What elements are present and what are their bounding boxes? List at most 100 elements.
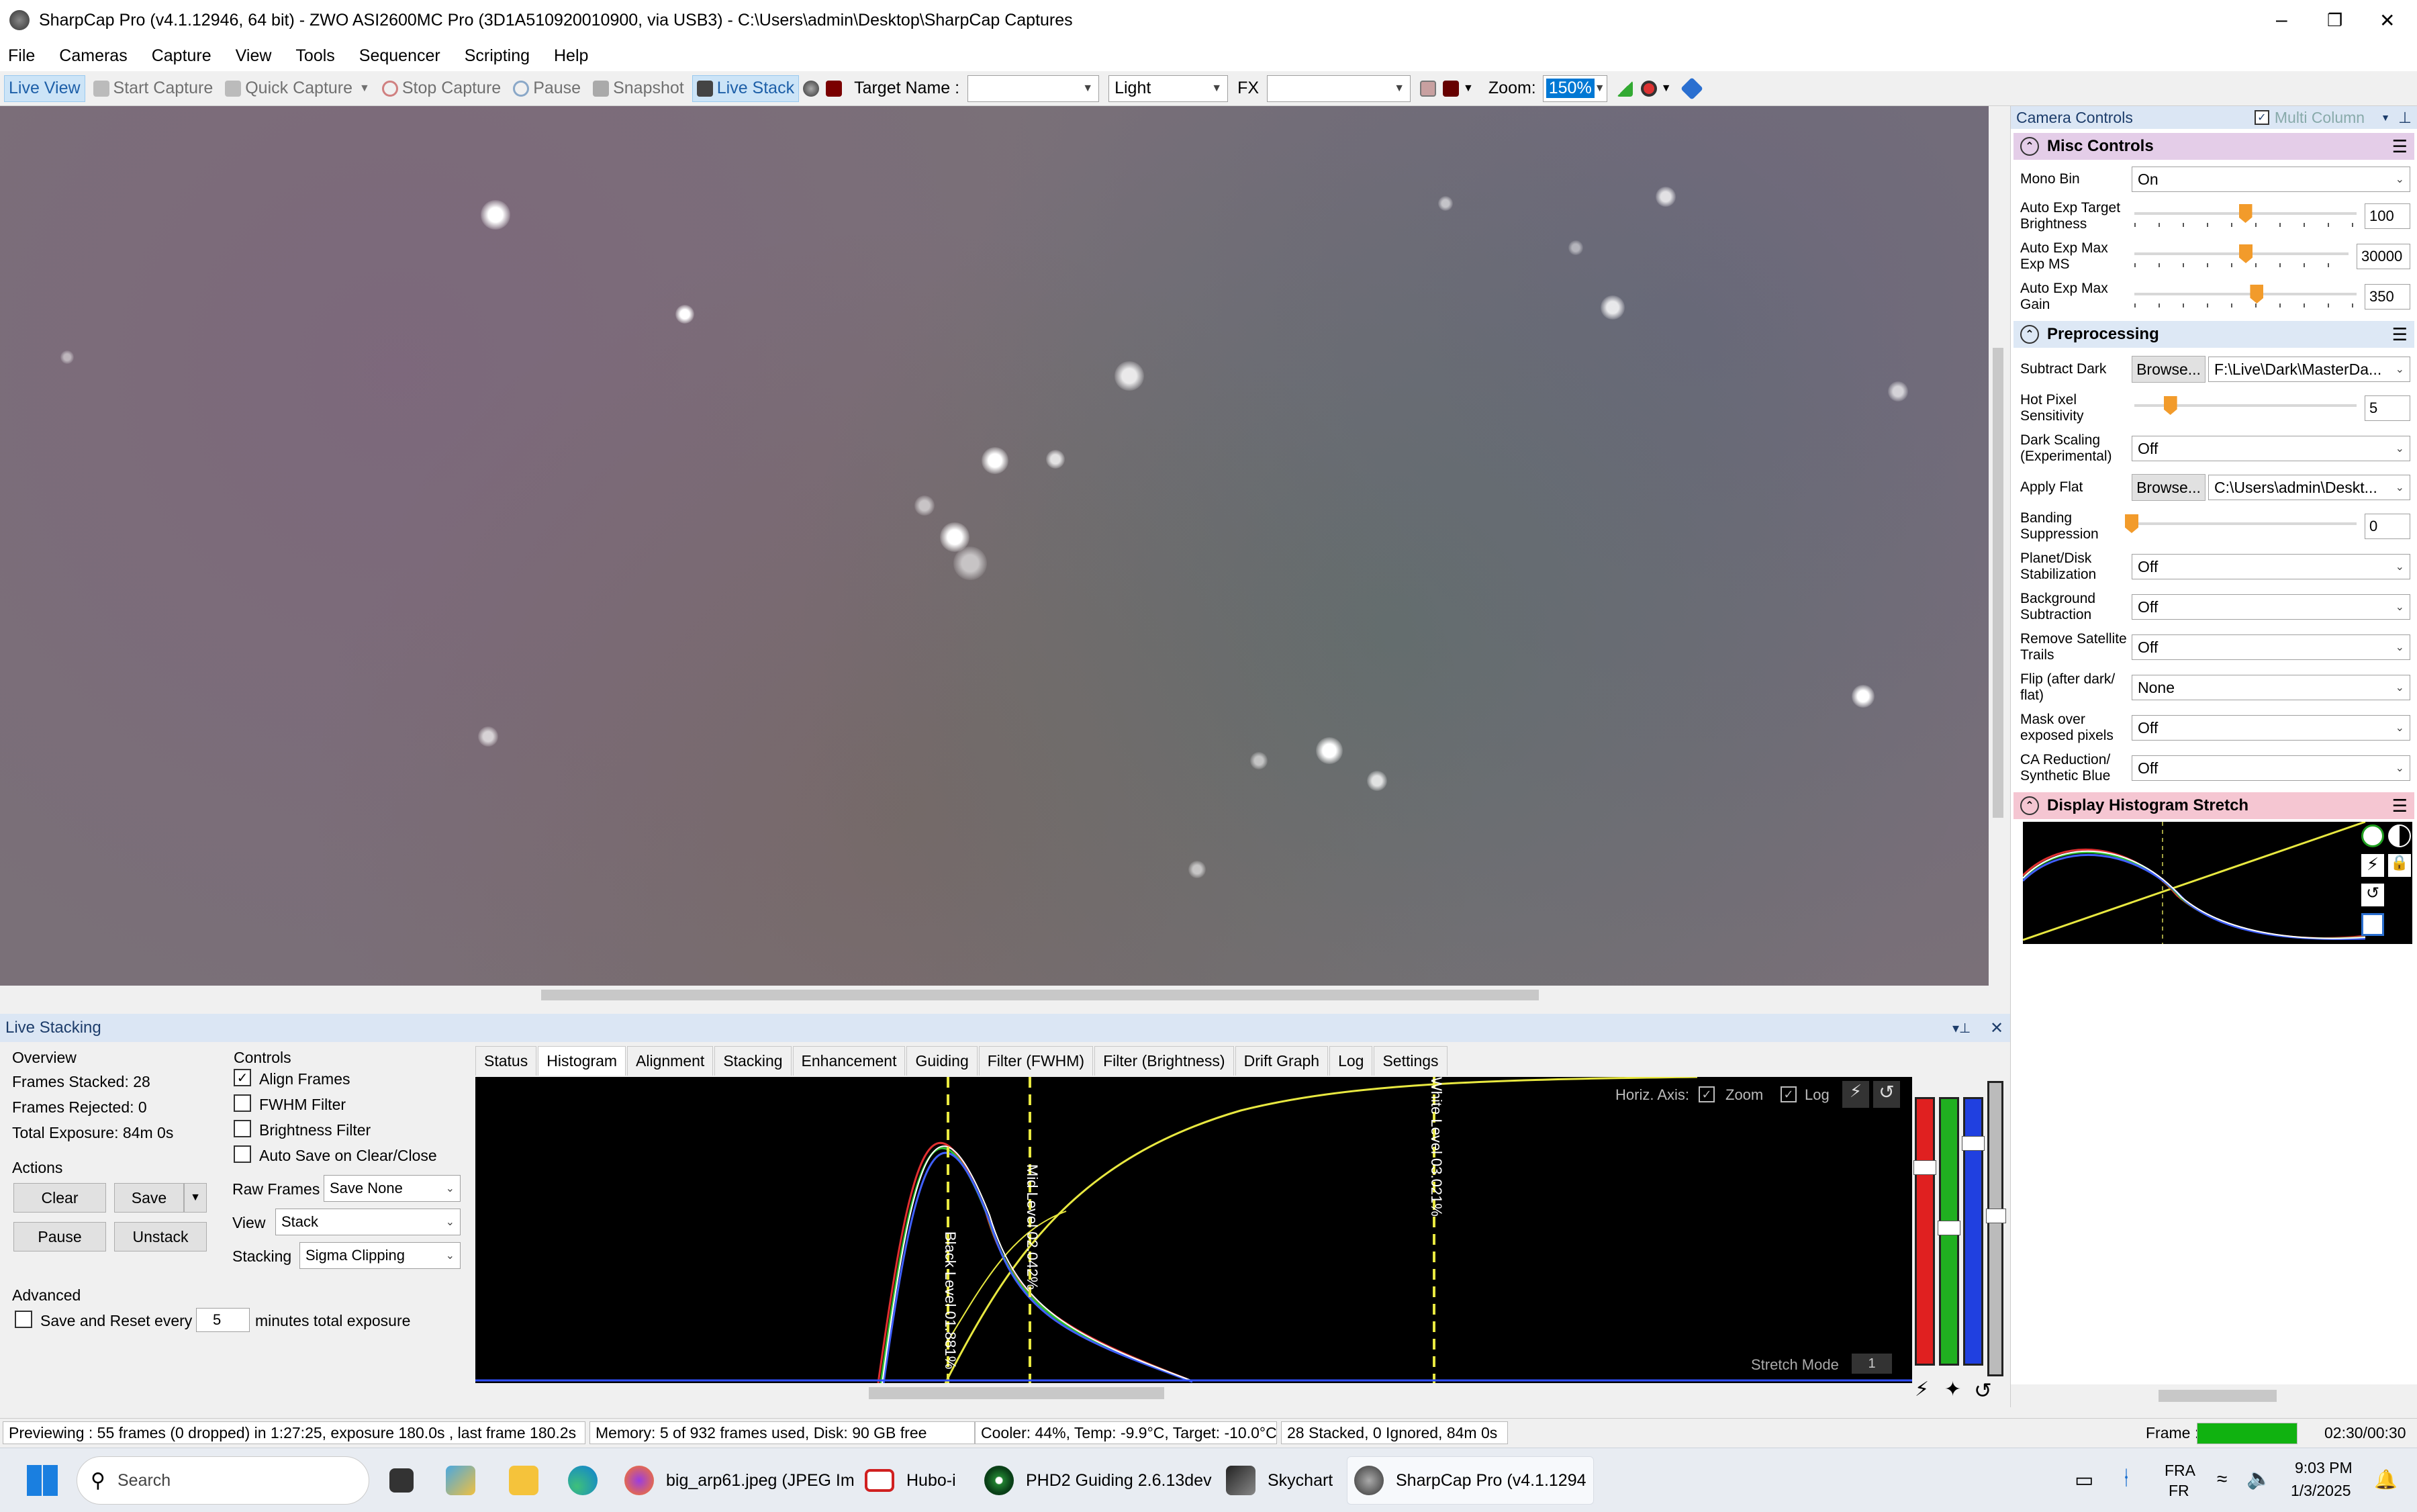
start-button[interactable] [20,1456,64,1505]
chevron-down-icon[interactable]: ▼ [1463,83,1474,95]
minimize-icon[interactable]: – [2276,9,2287,32]
banding-slider[interactable] [2125,513,2359,540]
sphere-icon[interactable] [803,80,820,97]
lightning-icon[interactable]: ⚡ [1842,1081,1869,1108]
mono-bin-select[interactable]: On ⌄ [2132,167,2410,192]
search-box[interactable]: ⚲ Search [77,1456,369,1505]
menu-capture[interactable]: Capture [152,46,211,66]
auto-save-checkbox[interactable] [234,1145,251,1163]
notification-icon[interactable]: 🔔 [2374,1468,2398,1491]
auto-exp-max-ms-slider[interactable] [2132,243,2351,270]
tab-guiding[interactable]: Guiding [906,1046,978,1076]
menu-file[interactable]: File [8,46,35,66]
sparkle-icon[interactable]: ✦ [1944,1378,1961,1401]
menu-icon[interactable]: ☰ [2392,136,2408,157]
start-capture-button[interactable]: Start Capture [89,75,218,102]
focus-icon[interactable] [1443,80,1460,97]
slider-thumb[interactable] [2163,396,2177,415]
usb-icon[interactable]: ▭ [2075,1468,2093,1492]
mini-histogram[interactable]: ⚡ 🔒 ↺ [2022,820,2412,944]
red-slider[interactable] [1915,1097,1935,1366]
save-dropdown-button[interactable]: ▼ [184,1183,207,1213]
slider-thumb[interactable] [2238,204,2253,223]
live-view-button[interactable]: Live View [4,75,85,102]
taskbar-app-skychart[interactable]: Skychart [1219,1456,1339,1505]
menu-help[interactable]: Help [554,46,588,66]
bluetooth-icon[interactable]: ᛂ [2120,1467,2132,1490]
auto-exp-max-ms-input[interactable]: 30000 [2357,244,2410,269]
frame-type-select[interactable]: Light ▼ [1108,75,1229,102]
auto-exp-target-slider[interactable] [2132,203,2359,230]
close-icon[interactable]: ✕ [1990,1019,2003,1038]
quick-capture-button[interactable]: Quick Capture ▼ [221,75,374,102]
green-slider-thumb[interactable] [1938,1221,1960,1235]
view-select[interactable]: Stack ⌄ [275,1209,461,1235]
raw-frames-select[interactable]: Save None ⌄ [324,1175,461,1202]
mask-select[interactable]: Off ⌄ [2132,715,2410,741]
task-view-button[interactable] [383,1456,432,1505]
reticle-icon[interactable] [1420,80,1437,97]
lightning-icon[interactable]: ⚡ [2361,854,2384,877]
collapse-icon[interactable]: ⌃ [2020,325,2039,344]
slider-thumb[interactable] [2239,244,2253,263]
apply-flat-browse-button[interactable]: Browse... [2132,474,2206,501]
rgb-level-sliders[interactable]: ⚡ ✦ ↺ [1912,1077,2010,1405]
zoom-icon[interactable] [1640,80,1657,97]
pause-stack-button[interactable]: Pause [13,1222,106,1251]
tab-drift-graph[interactable]: Drift Graph [1235,1046,1329,1076]
scrollbar-thumb[interactable] [2159,1390,2277,1402]
zoom-checkbox[interactable]: ✓ [1699,1086,1715,1102]
reset-icon[interactable]: ↺ [2361,884,2384,906]
viewer-horizontal-scrollbar[interactable] [0,986,1989,1004]
stop-capture-button[interactable]: Stop Capture [378,75,505,102]
restore-icon[interactable]: ❐ [2327,10,2342,31]
gray-slider[interactable] [1987,1081,2003,1376]
tab-enhancement[interactable]: Enhancement [792,1046,906,1076]
tab-stacking[interactable]: Stacking [714,1046,792,1076]
misc-controls-header[interactable]: ⌃ Misc Controls ☰ [2013,133,2414,160]
tab-alignment[interactable]: Alignment [627,1046,714,1076]
clock-time[interactable]: 9:03 PM [2295,1459,2353,1477]
tab-settings[interactable]: Settings [1374,1046,1448,1076]
subtract-dark-browse-button[interactable]: Browse... [2132,356,2206,383]
flip-select[interactable]: None ⌄ [2132,675,2410,700]
brightness-filter-checkbox[interactable] [234,1120,251,1137]
target-name-input[interactable]: ▼ [967,75,1100,102]
histogram-horizontal-scrollbar[interactable] [475,1383,1912,1403]
menu-scripting[interactable]: Scripting [465,46,530,66]
log-checkbox[interactable]: ✓ [1781,1086,1797,1102]
reset-icon[interactable]: ↺ [1974,1378,1992,1403]
close-icon[interactable]: ✕ [2379,9,2395,32]
satellite-select[interactable]: Off ⌄ [2132,634,2410,660]
hot-pixel-input[interactable]: 5 [2365,395,2410,421]
histogram-stretch-header[interactable]: ⌃ Display Histogram Stretch ☰ [2013,792,2414,819]
preprocessing-header[interactable]: ⌃ Preprocessing ☰ [2013,321,2414,348]
menu-sequencer[interactable]: Sequencer [359,46,440,66]
hot-pixel-slider[interactable] [2132,395,2359,422]
right-panel-scrollbar[interactable] [2011,1384,2417,1407]
auto-exp-max-gain-input[interactable]: 350 [2365,284,2410,310]
pin-icon[interactable]: ▾⊥ [1952,1020,1971,1037]
menu-tools[interactable]: Tools [295,46,334,66]
menu-icon[interactable]: ☰ [2392,796,2408,816]
volume-icon[interactable]: 🔈 [2246,1467,2271,1491]
scrollbar-thumb[interactable] [541,990,1539,1000]
pause-button[interactable]: Pause [509,75,585,102]
ca-select[interactable]: Off ⌄ [2132,755,2410,781]
image-viewer[interactable] [0,106,1989,986]
save-button[interactable]: Save [114,1183,184,1213]
live-stack-button[interactable]: Live Stack [692,75,800,102]
histogram-panel[interactable]: Black Level 01.881% Mid Level 02.042% Wh… [475,1077,1912,1383]
collapse-icon[interactable]: ⌃ [2020,137,2039,156]
planet-select[interactable]: Off ⌄ [2132,554,2410,579]
dark-scaling-select[interactable]: Off ⌄ [2132,436,2410,461]
align-frames-checkbox[interactable]: ✓ [234,1069,251,1086]
viewer-vertical-scrollbar[interactable] [1989,106,2007,986]
tab-filter-fwhm[interactable]: Filter (FWHM) [978,1046,1094,1076]
menu-cameras[interactable]: Cameras [59,46,127,66]
tab-filter-brightness[interactable]: Filter (Brightness) [1094,1046,1234,1076]
collapse-icon[interactable]: ⌃ [2020,796,2039,815]
subtract-dark-select[interactable]: F:\Live\Dark\MasterDa... ⌄ [2208,357,2410,382]
chevron-down-icon[interactable]: ▼ [359,83,370,95]
zoom-select[interactable]: 150% ▼ [1542,75,1607,102]
